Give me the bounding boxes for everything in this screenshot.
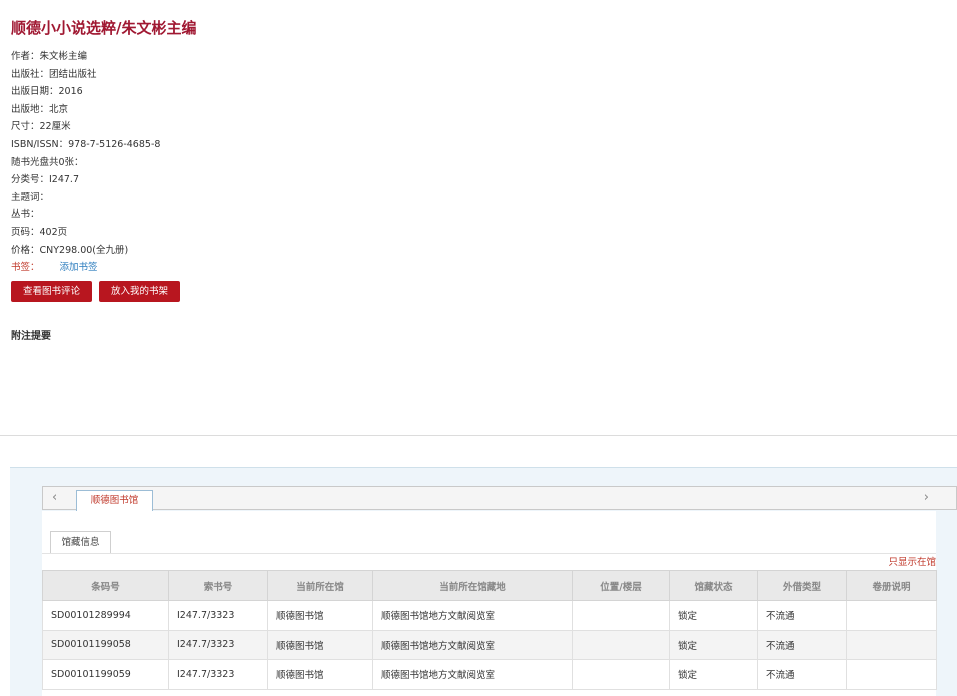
holdings-panel: 馆藏信息 只显示在馆 条码号 索书号 当前所在馆 当前所在馆藏地 位置/楼层 馆… bbox=[42, 511, 937, 696]
col-call-number: 索书号 bbox=[168, 570, 268, 601]
col-current-library: 当前所在馆 bbox=[267, 570, 373, 601]
cell-status: 锁定 bbox=[669, 629, 758, 660]
cell-barcode: SD00101289994 bbox=[42, 600, 169, 631]
cell-call-number: I247.7/3323 bbox=[168, 659, 268, 690]
cell-current-location: 顺德图书馆地方文献阅览室 bbox=[372, 659, 573, 690]
divider bbox=[0, 435, 957, 436]
meta-subject: 主题词： bbox=[11, 191, 50, 203]
cell-current-location: 顺德图书馆地方文献阅览室 bbox=[372, 629, 573, 660]
cell-floor bbox=[572, 629, 670, 660]
meta-price: 价格：CNY298.00(全九册) bbox=[11, 244, 129, 256]
col-loan-type: 外借类型 bbox=[757, 570, 847, 601]
cell-current-location: 顺德图书馆地方文献阅览室 bbox=[372, 600, 573, 631]
meta-tags: 书签： 添加书签 bbox=[11, 259, 160, 277]
sub-tab-divider bbox=[42, 553, 936, 554]
cell-barcode: SD00101199058 bbox=[42, 629, 169, 660]
chevron-right-icon[interactable]: › bbox=[924, 490, 929, 505]
col-volume-note: 卷册说明 bbox=[846, 570, 937, 601]
meta-series: 丛书： bbox=[11, 209, 40, 221]
cell-volume-note bbox=[846, 629, 937, 660]
meta-size: 尺寸：22厘米 bbox=[11, 121, 71, 133]
book-metadata: 作者：朱文彬主编 出版社：团结出版社 出版日期：2016 出版地：北京 尺寸：2… bbox=[11, 48, 160, 277]
table-header-row: 条码号 索书号 当前所在馆 当前所在馆藏地 位置/楼层 馆藏状态 外借类型 卷册… bbox=[42, 570, 937, 601]
cell-floor bbox=[572, 659, 670, 690]
holdings-section: ‹ 顺德图书馆 › 馆藏信息 只显示在馆 条码号 索书号 当前所在馆 当前所在馆… bbox=[10, 467, 957, 696]
cell-loan-type: 不流通 bbox=[757, 600, 847, 631]
meta-pages: 页码：402页 bbox=[11, 226, 68, 238]
col-barcode: 条码号 bbox=[42, 570, 169, 601]
notes-title: 附注提要 bbox=[11, 331, 51, 342]
meta-class-no: 分类号：I247.7 bbox=[11, 174, 79, 186]
meta-isbn: ISBN/ISSN：978-7-5126-4685-8 bbox=[11, 138, 161, 150]
tab-shunde-library[interactable]: 顺德图书馆 bbox=[76, 490, 153, 511]
col-current-location: 当前所在馆藏地 bbox=[372, 570, 573, 601]
cell-current-library: 顺德图书馆 bbox=[267, 600, 373, 631]
table-row: SD00101199058 I247.7/3323 顺德图书馆 顺德图书馆地方文… bbox=[42, 629, 937, 660]
tab-holdings-info[interactable]: 馆藏信息 bbox=[50, 531, 111, 553]
table-row: SD00101199059 I247.7/3323 顺德图书馆 顺德图书馆地方文… bbox=[42, 659, 937, 690]
holdings-table: 条码号 索书号 当前所在馆 当前所在馆藏地 位置/楼层 馆藏状态 外借类型 卷册… bbox=[42, 570, 937, 690]
cell-loan-type: 不流通 bbox=[757, 629, 847, 660]
cell-floor bbox=[572, 600, 670, 631]
cell-current-library: 顺德图书馆 bbox=[267, 629, 373, 660]
view-reviews-button[interactable]: 查看图书评论 bbox=[11, 281, 92, 302]
cell-volume-note bbox=[846, 659, 937, 690]
library-tabstrip: ‹ 顺德图书馆 › bbox=[42, 486, 957, 511]
cell-status: 锁定 bbox=[669, 600, 758, 631]
col-floor: 位置/楼层 bbox=[572, 570, 670, 601]
meta-disc: 随书光盘共0张： bbox=[11, 156, 84, 168]
action-buttons: 查看图书评论 放入我的书架 bbox=[11, 281, 180, 302]
meta-publisher: 出版社：团结出版社 bbox=[11, 68, 97, 80]
add-to-shelf-button[interactable]: 放入我的书架 bbox=[99, 281, 180, 302]
cell-volume-note bbox=[846, 600, 937, 631]
col-status: 馆藏状态 bbox=[669, 570, 758, 601]
cell-call-number: I247.7/3323 bbox=[168, 629, 268, 660]
add-tag-link[interactable]: 添加书签 bbox=[60, 262, 98, 273]
table-row: SD00101289994 I247.7/3323 顺德图书馆 顺德图书馆地方文… bbox=[42, 600, 937, 631]
tags-label: 书签： bbox=[11, 262, 40, 274]
only-show-in-library-link[interactable]: 只显示在馆 bbox=[888, 554, 936, 568]
meta-author: 作者：朱文彬主编 bbox=[11, 51, 88, 62]
cell-barcode: SD00101199059 bbox=[42, 659, 169, 690]
meta-pub-date: 出版日期：2016 bbox=[11, 86, 83, 98]
chevron-left-icon[interactable]: ‹ bbox=[52, 490, 57, 505]
cell-current-library: 顺德图书馆 bbox=[267, 659, 373, 690]
cell-status: 锁定 bbox=[669, 659, 758, 690]
cell-loan-type: 不流通 bbox=[757, 659, 847, 690]
meta-pub-place: 出版地：北京 bbox=[11, 103, 69, 115]
book-title: 顺德小小说选粹/朱文彬主编 bbox=[11, 19, 197, 37]
cell-call-number: I247.7/3323 bbox=[168, 600, 268, 631]
